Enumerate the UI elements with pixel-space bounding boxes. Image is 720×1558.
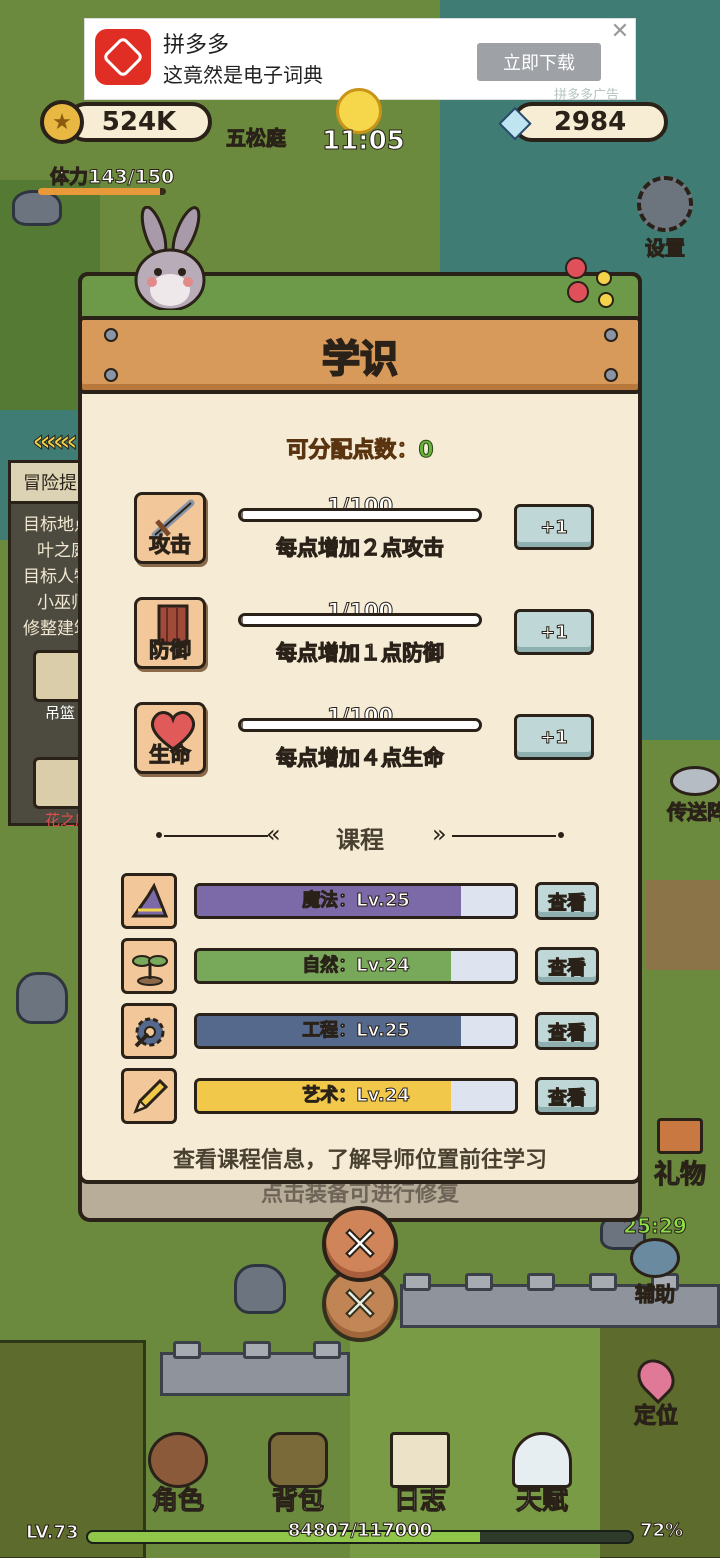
points-value: 0 [418, 438, 434, 464]
add-attack-point-button[interactable]: +1 [514, 504, 594, 550]
ad-download-button[interactable]: 立即下载 [477, 43, 601, 81]
assist-button[interactable]: 25:29 辅助 [620, 1214, 690, 1307]
settings-label: 设置 [645, 236, 686, 261]
quest-line: 小巫师 [37, 593, 79, 613]
pinduoduo-logo-icon [95, 29, 151, 85]
course-engineering-tile [121, 1003, 177, 1059]
robot-assist-icon [630, 1238, 680, 1278]
course-hint: 查看课程信息，了解导师位置前往学习 [172, 1148, 547, 1173]
stat-description: 每点增加１点防御 [276, 641, 445, 666]
stat-defense-tile: 防御 [134, 597, 206, 669]
ad-brand: 拼多多 [163, 33, 230, 58]
quest-header: 冒险提示 [11, 463, 79, 504]
stat-progress-fill [241, 511, 244, 519]
pencil-icon [133, 1078, 169, 1114]
coin-icon: ★ [40, 100, 84, 144]
stat-health-tile: 生命 [134, 702, 206, 774]
quest-line: 目标人物 [23, 567, 79, 587]
game-clock: 11:05 [322, 126, 406, 157]
coin-counter[interactable]: 524K [66, 102, 212, 142]
nav-label: 背包 [271, 1486, 324, 1517]
collapse-arrows-icon[interactable]: ««« [31, 424, 78, 460]
ad-slogan: 这竟然是电子词典 [163, 63, 323, 87]
view-nature-course-button[interactable]: 查看 [535, 947, 599, 985]
stat-name: 生命 [149, 743, 192, 768]
wrench-gear-icon [134, 1017, 165, 1048]
course-section-title: 课程 [336, 826, 384, 854]
flowers-decoration-icon [565, 257, 614, 308]
nav-label: 角色 [151, 1486, 204, 1517]
coin-amount: 524K [101, 107, 177, 137]
points-label: 可分配点数： [286, 438, 419, 464]
teleport-portal-icon [670, 766, 720, 796]
quest-line: 目标地点 [23, 515, 79, 535]
gift-box-icon [657, 1118, 703, 1154]
player-level: LV.73 [26, 1522, 79, 1544]
ad-tag: 拼多多广告 [554, 88, 620, 103]
nav-talent[interactable]: 天赋 [492, 1432, 592, 1522]
view-art-course-button[interactable]: 查看 [535, 1077, 599, 1115]
diamond-icon: ◆ [499, 97, 532, 145]
view-magic-course-button[interactable]: 查看 [535, 882, 599, 920]
nav-label: 天赋 [515, 1486, 568, 1517]
stat-progress-fill [241, 721, 244, 729]
stat-name: 攻击 [149, 533, 192, 558]
assist-label: 辅助 [635, 1282, 676, 1307]
quest-line: 叶之庭 [37, 541, 79, 561]
teleport-label: 传送阵 [667, 800, 720, 825]
stat-description: 每点增加２点攻击 [276, 536, 445, 561]
course-level-label: 魔法：Lv.25 [302, 890, 411, 912]
stamina-fill [38, 188, 160, 195]
settings-button[interactable]: 设置 [630, 176, 700, 261]
available-points: 可分配点数：0 [78, 432, 642, 464]
gift-label: 礼物 [653, 1160, 706, 1191]
quest-panel[interactable]: 冒险提示 目标地点 叶之庭 目标人物 小巫师 修整建筑 吊篮 花之庭 [8, 460, 90, 829]
course-magic-tile [121, 873, 177, 929]
ad-close-icon[interactable]: ✕ [609, 21, 631, 43]
course-level-label: 工程：Lv.25 [302, 1020, 411, 1042]
dialog-title: 学识 [321, 336, 399, 382]
locate-button[interactable]: 定位 [624, 1351, 688, 1430]
stat-description: 每点增加４点生命 [276, 746, 445, 771]
nav-backpack[interactable]: 背包 [248, 1432, 348, 1522]
stat-progress-bar [238, 718, 482, 732]
course-level-label: 艺术：Lv.24 [302, 1085, 411, 1107]
gift-button[interactable]: 礼物 [640, 1118, 720, 1191]
add-defense-point-button[interactable]: +1 [514, 609, 594, 655]
add-health-point-button[interactable]: +1 [514, 714, 594, 760]
quest-item-label: 花之庭 [45, 811, 91, 829]
course-level-label: 自然：Lv.24 [302, 955, 411, 977]
stat-progress-bar [238, 613, 482, 627]
course-nature-tile [121, 938, 177, 994]
stat-name: 防御 [149, 638, 192, 663]
location-name: 五松庭 [226, 126, 287, 151]
stat-progress-fill [241, 616, 244, 624]
quest-item-label: 吊篮 [45, 704, 76, 722]
map-pin-icon [629, 1351, 683, 1405]
nav-label: 日志 [393, 1486, 446, 1517]
course-art-tile [121, 1068, 177, 1124]
nav-character[interactable]: 角色 [128, 1432, 228, 1522]
xp-percent: 72% [639, 1520, 684, 1542]
teleport-button[interactable]: 传送阵 [660, 766, 720, 825]
wizard-hat-icon [131, 882, 169, 918]
gear-icon [637, 176, 693, 232]
stat-progress-bar [238, 508, 482, 522]
stat-attack-tile: 攻击 [134, 492, 206, 564]
game-screen: 拼多多 这竟然是电子词典 立即下载 ✕ 拼多多广告 524K ★ 2984 ◆ … [0, 0, 720, 1558]
nav-journal[interactable]: 日志 [370, 1432, 470, 1522]
view-engineering-course-button[interactable]: 查看 [535, 1012, 599, 1050]
xp-text: 84807/117000 [287, 1520, 433, 1542]
sprout-icon [132, 955, 168, 986]
close-dialog-button[interactable]: ✕ [322, 1206, 398, 1282]
stamina-bar [38, 188, 166, 195]
stamina-label: 体力143/150 [49, 166, 175, 189]
bunny-mascot-icon [134, 206, 206, 310]
quest-line: 修整建筑 [23, 619, 79, 639]
gem-amount: 2984 [553, 107, 627, 137]
